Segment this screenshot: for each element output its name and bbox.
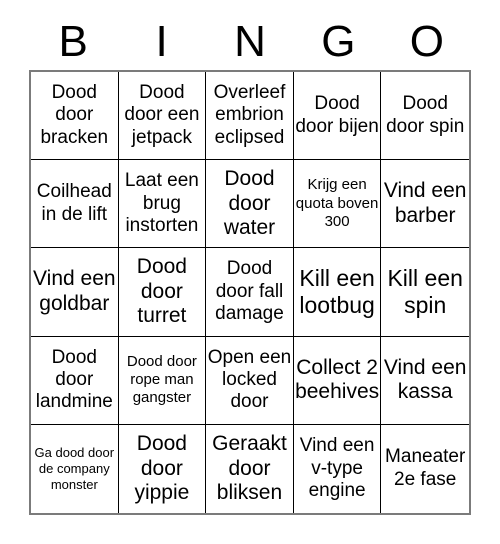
bingo-cell-r4c5[interactable]: Vind een kassa (381, 337, 469, 425)
bingo-cell-r3c3[interactable]: Dood door fall damage (206, 248, 294, 337)
bingo-cell-label: Dood door bracken (40, 81, 109, 148)
bingo-cell-label: Ga dood door de company monster (34, 444, 115, 493)
bingo-header-letter-n: N (234, 17, 266, 66)
bingo-cell-r2c4[interactable]: Krijg een quota boven 300 (293, 160, 382, 249)
bingo-cell-label: Dood door fall damage (215, 258, 284, 325)
bingo-cell-r4c3[interactable]: Open een locked door (206, 336, 294, 425)
bingo-cell-r4c4[interactable]: Collect 2 beehives (293, 336, 382, 425)
bingo-cell-label: Kill een spin (387, 265, 463, 318)
bingo-cell-label: Dood door rope man gangster (126, 352, 197, 407)
bingo-cell-label: Laat een brug instorten (124, 170, 199, 236)
bingo-cell-r5c5[interactable]: Maneater 2e fase (381, 425, 469, 513)
bingo-cell-r3c4[interactable]: Kill een lootbug (293, 248, 382, 337)
bingo-cell-r5c4[interactable]: Vind een v-type engine (294, 424, 382, 513)
bingo-cell-label: Vind een kassa (383, 355, 467, 404)
bingo-cell-r2c2[interactable]: Laat een brug instorten (118, 160, 207, 249)
bingo-cell-label: Dood door spin (386, 93, 465, 137)
bingo-cell-label: Geraakt door bliksen (212, 432, 287, 505)
bingo-header: BINGO (29, 14, 471, 70)
bingo-cell-r3c5[interactable]: Kill een spin (381, 248, 469, 337)
bingo-cell-label: Dood door turret (136, 255, 187, 328)
bingo-cell-r4c1[interactable]: Dood door landmine (31, 336, 119, 425)
bingo-header-letter-b: B (58, 17, 88, 66)
bingo-cell-r3c2[interactable]: Dood door turret (118, 248, 207, 337)
bingo-card: B I N G O Dood door bracken Dood door een jet… (0, 0, 500, 544)
bingo-cell-label: Maneater 2e fase (385, 446, 466, 490)
bingo-grid: Dood door bracken Dood door een jetpack Ov… (29, 70, 471, 515)
bingo-header-letter-g: G (321, 17, 356, 66)
bingo-cell-label: Collect 2 beehives (295, 355, 380, 404)
bingo-cell-label: Kill een lootbug (299, 265, 375, 318)
bingo-cell-label: Vind een v-type engine (299, 435, 375, 502)
bingo-header-letter-i: I (155, 17, 168, 66)
bingo-cell-label: Dood door yippie (134, 432, 190, 505)
bingo-cell-label: Vind een goldbar (33, 267, 116, 315)
bingo-cell-r5c2[interactable]: Dood door yippie (119, 424, 207, 513)
bingo-cell-label: Vind een barber (383, 179, 467, 227)
bingo-cell-r5c1[interactable]: Ga dood door de company monster (31, 424, 119, 513)
bingo-cell-label: Coilhead in de lift (36, 181, 112, 225)
bingo-cell-label: Dood door landmine (35, 346, 113, 413)
bingo-cell-label: Dood door water (223, 166, 276, 240)
bingo-cell-r5c3[interactable]: Geraakt door bliksen (206, 424, 294, 513)
bingo-cell-r1c1[interactable]: Dood door bracken (31, 72, 119, 161)
bingo-header-letter-o: O (409, 17, 444, 66)
bingo-cell-r4c2[interactable]: Dood door rope man gangster (118, 336, 207, 425)
bingo-cell-label: Overleef embrion eclipsed (213, 81, 286, 148)
bingo-cell-label: Dood door een jetpack (124, 81, 200, 148)
bingo-cell-r1c5[interactable]: Dood door spin (381, 72, 469, 161)
bingo-cell-r2c3[interactable]: Dood door water (206, 160, 294, 249)
bingo-cell-r2c1[interactable]: Coilhead in de lift (31, 160, 119, 249)
bingo-cell-label: Dood door bijen (295, 93, 379, 137)
bingo-cell-r3c1[interactable]: Vind een goldbar (31, 248, 119, 337)
bingo-cell-label: Open een locked door (207, 346, 292, 413)
bingo-cell-r1c2[interactable]: Dood door een jetpack (118, 72, 207, 161)
bingo-cell-r1c4[interactable]: Dood door bijen (293, 72, 382, 161)
bingo-cell-r2c5[interactable]: Vind een barber (381, 160, 469, 249)
bingo-cell-label: Krijg een quota boven 300 (295, 176, 379, 230)
bingo-cell-r1c3[interactable]: Overleef embrion eclipsed (206, 72, 294, 161)
